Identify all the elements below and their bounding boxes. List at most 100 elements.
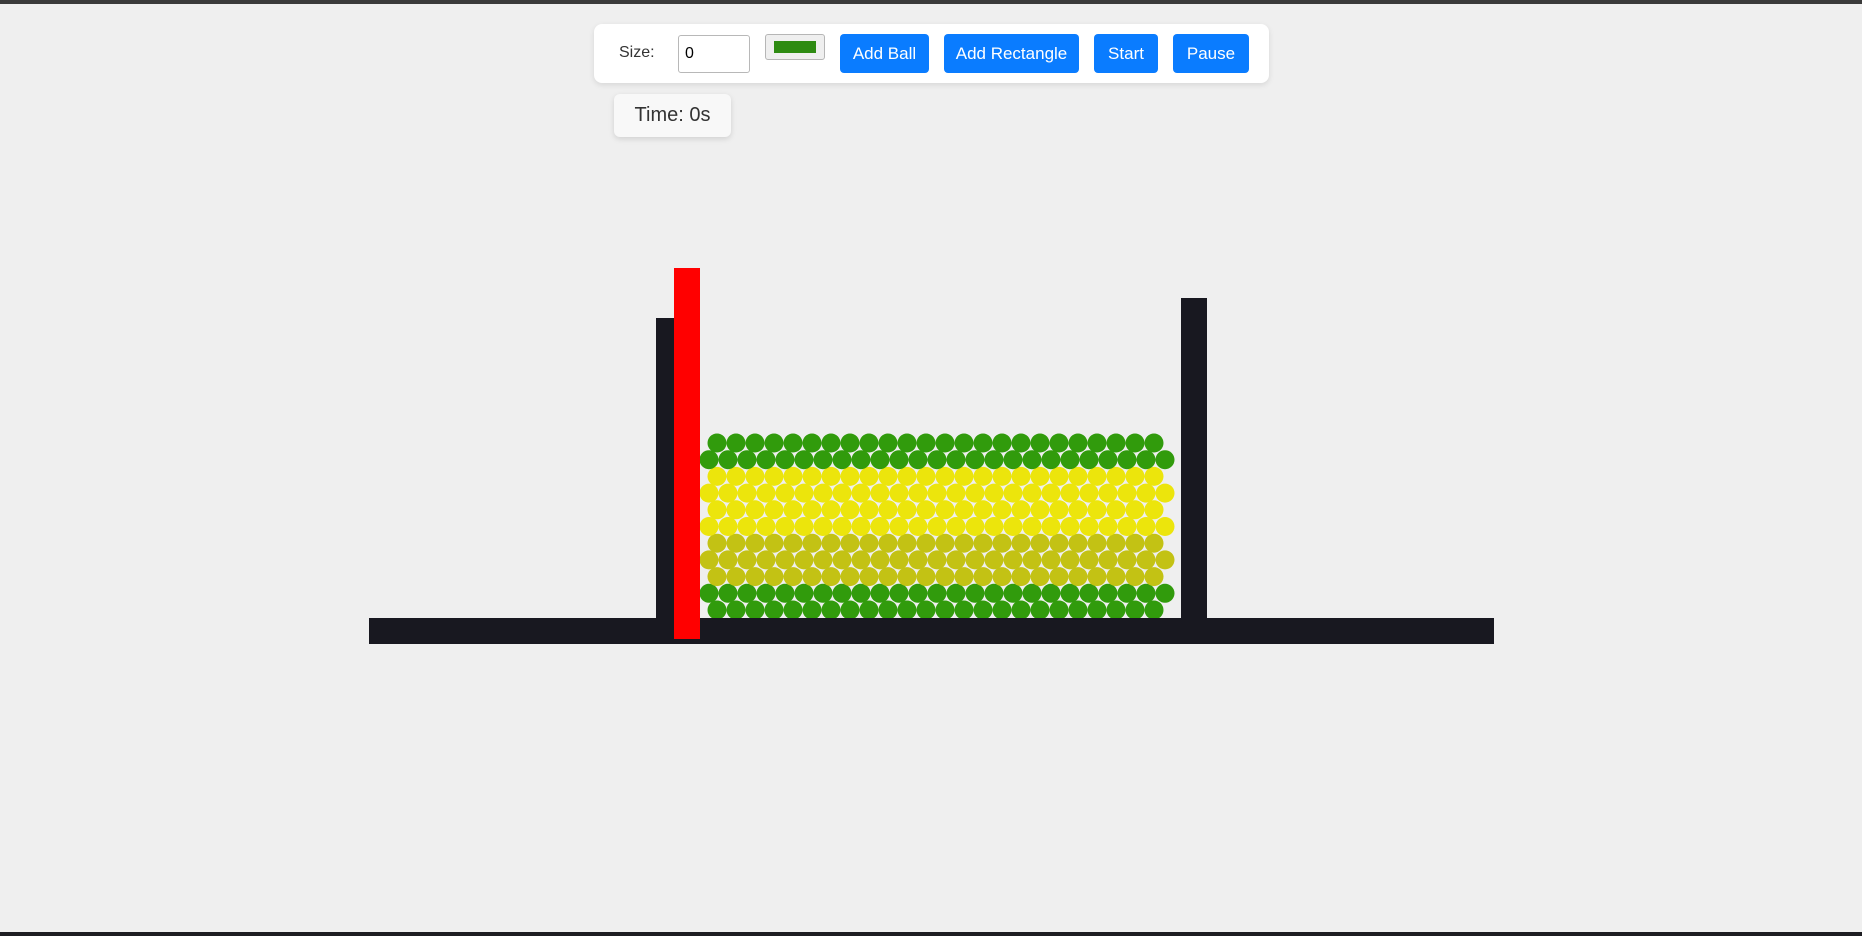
ball — [992, 567, 1012, 587]
ball — [1011, 533, 1031, 553]
ball — [1041, 483, 1061, 503]
ball — [699, 583, 719, 603]
ball — [832, 483, 852, 503]
ball — [1030, 500, 1050, 520]
ball — [1079, 550, 1099, 570]
ball — [927, 583, 947, 603]
ball — [965, 450, 985, 470]
ball — [1049, 600, 1069, 620]
ball — [840, 567, 860, 587]
ball — [1144, 433, 1164, 453]
ball — [935, 433, 955, 453]
simulation-canvas[interactable] — [0, 0, 1862, 936]
ball — [802, 466, 822, 486]
ball — [973, 533, 993, 553]
ball — [878, 533, 898, 553]
ball — [775, 517, 795, 536]
ball — [718, 450, 738, 470]
ball — [737, 583, 757, 603]
ball — [745, 466, 765, 486]
ball — [954, 533, 974, 553]
ball — [889, 483, 909, 503]
ball — [935, 600, 955, 620]
ball — [1079, 450, 1099, 470]
ball — [935, 567, 955, 587]
ball — [707, 433, 727, 453]
ball — [1106, 433, 1126, 453]
ball — [1079, 483, 1099, 503]
ball — [775, 583, 795, 603]
ball — [1136, 517, 1156, 536]
ball — [992, 466, 1012, 486]
ball — [775, 483, 795, 503]
ball — [699, 450, 719, 470]
ball — [1003, 450, 1023, 470]
ball — [1068, 433, 1088, 453]
ball — [794, 517, 814, 536]
ball — [859, 600, 879, 620]
ball-pile — [699, 433, 1175, 620]
ball — [821, 500, 841, 520]
ball — [984, 450, 1004, 470]
ball — [1011, 466, 1031, 486]
ball — [992, 433, 1012, 453]
ball — [878, 567, 898, 587]
ball — [851, 550, 871, 570]
ball — [726, 567, 746, 587]
ball — [1068, 567, 1088, 587]
red-gate-bar[interactable] — [674, 268, 700, 639]
ball — [840, 433, 860, 453]
ball — [859, 533, 879, 553]
ball — [992, 500, 1012, 520]
ball — [916, 500, 936, 520]
ball — [718, 483, 738, 503]
ball — [1125, 466, 1145, 486]
ball — [813, 450, 833, 470]
ball — [1125, 533, 1145, 553]
ball — [965, 583, 985, 603]
ball — [821, 600, 841, 620]
ball — [973, 466, 993, 486]
ball — [851, 450, 871, 470]
ball — [889, 517, 909, 536]
ball — [756, 483, 776, 503]
ball — [1125, 600, 1145, 620]
ball — [946, 450, 966, 470]
ball — [851, 483, 871, 503]
ball — [840, 600, 860, 620]
ball — [908, 450, 928, 470]
ball — [802, 533, 822, 553]
window-bottom-edge — [0, 932, 1862, 936]
ball — [1060, 517, 1080, 536]
ball — [1117, 550, 1137, 570]
ball — [897, 533, 917, 553]
ball — [1144, 500, 1164, 520]
ball — [935, 533, 955, 553]
ball — [783, 466, 803, 486]
ball — [897, 466, 917, 486]
ball — [1117, 517, 1137, 536]
ball — [954, 433, 974, 453]
ball — [821, 567, 841, 587]
ball — [1030, 533, 1050, 553]
ball — [1003, 517, 1023, 536]
ball — [1144, 567, 1164, 587]
ball — [745, 433, 765, 453]
ball — [726, 466, 746, 486]
ball — [927, 517, 947, 536]
ball — [851, 517, 871, 536]
ball — [992, 533, 1012, 553]
ball — [1079, 517, 1099, 536]
ball — [764, 433, 784, 453]
ball — [813, 483, 833, 503]
ball — [973, 600, 993, 620]
floor-platform — [369, 618, 1494, 644]
ball — [1022, 550, 1042, 570]
ball — [1041, 450, 1061, 470]
ball — [1098, 483, 1118, 503]
ball — [718, 583, 738, 603]
ball — [916, 567, 936, 587]
ball — [935, 466, 955, 486]
ball — [1087, 533, 1107, 553]
ball — [927, 450, 947, 470]
